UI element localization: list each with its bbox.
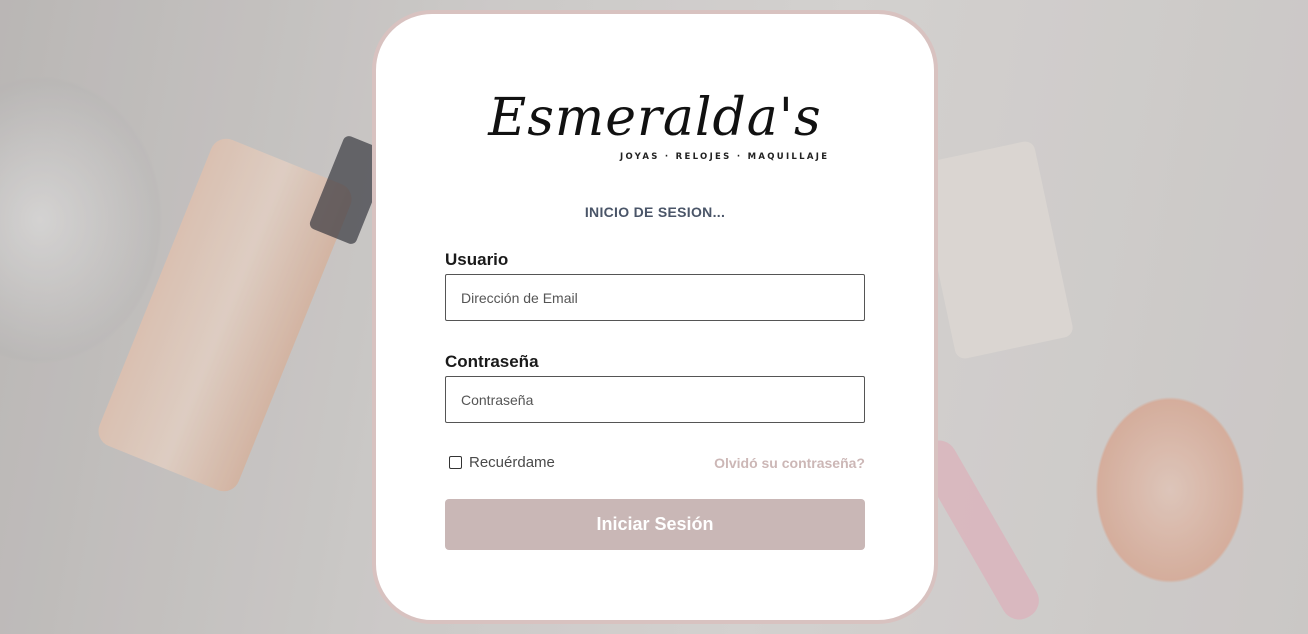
- login-title: INICIO DE SESION...: [584, 204, 726, 220]
- forgot-password-link[interactable]: Olvidó su contraseña?: [714, 455, 865, 471]
- email-field[interactable]: [445, 274, 865, 321]
- remember-checkbox[interactable]: [449, 456, 462, 469]
- brand-logo: Esmeralda's JOYAS · RELOJES · MAQUILLAJE: [376, 88, 934, 162]
- remember-me[interactable]: Recuérdame: [449, 454, 555, 471]
- brand-tagline: JOYAS · RELOJES · MAQUILLAJE: [620, 152, 830, 162]
- brand-logo-script: Esmeralda's: [488, 88, 822, 148]
- login-button[interactable]: Iniciar Sesión: [445, 499, 865, 550]
- login-card: Esmeralda's JOYAS · RELOJES · MAQUILLAJE…: [372, 10, 938, 624]
- remember-label: Recuérdame: [469, 454, 555, 471]
- username-label: Usuario: [445, 250, 509, 269]
- password-field[interactable]: [445, 376, 865, 423]
- password-label: Contraseña: [445, 352, 539, 371]
